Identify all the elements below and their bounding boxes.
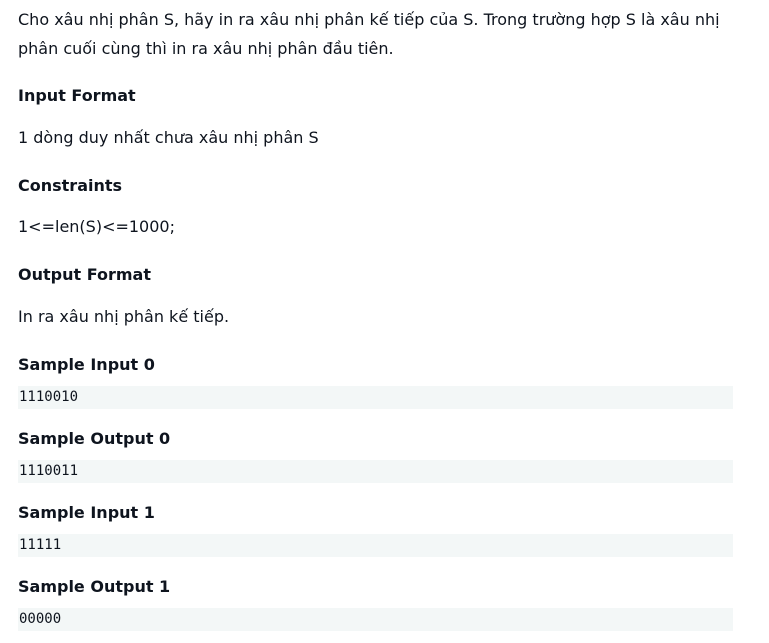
sample-input-1-code: 11111	[18, 534, 733, 557]
constraints-text: 1<=len(S)<=1000;	[18, 217, 175, 236]
problem-statement-page: Cho xâu nhị phân S, hãy in ra xâu nhị ph…	[0, 0, 769, 643]
sample-output-1-code: 00000	[18, 608, 733, 631]
input-format-heading: Input Format	[18, 86, 136, 105]
output-format-heading: Output Format	[18, 265, 151, 284]
sample-output-0-heading: Sample Output 0	[18, 429, 171, 448]
problem-description: Cho xâu nhị phân S, hãy in ra xâu nhị ph…	[18, 10, 720, 58]
constraints-heading: Constraints	[18, 176, 123, 195]
sample-input-0-heading: Sample Input 0	[18, 355, 155, 374]
sample-output-1-heading: Sample Output 1	[18, 577, 171, 596]
sample-input-1-heading: Sample Input 1	[18, 503, 155, 522]
sample-output-0-code: 1110011	[18, 460, 733, 483]
input-format-text: 1 dòng duy nhất chưa xâu nhị phân S	[18, 128, 319, 147]
output-format-text: In ra xâu nhị phân kế tiếp.	[18, 307, 230, 326]
sample-input-0-code: 1110010	[18, 386, 733, 409]
